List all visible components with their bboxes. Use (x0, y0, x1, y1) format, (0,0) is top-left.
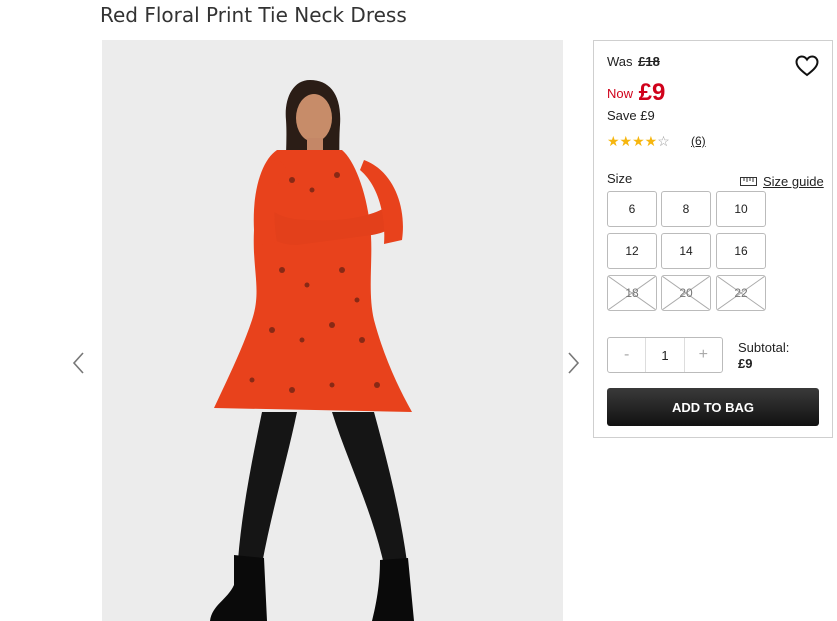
subtotal-label: Subtotal: (738, 340, 790, 355)
size-option-14[interactable]: 14 (661, 233, 711, 269)
was-price: £18 (638, 54, 660, 69)
review-count-link[interactable]: (6) (691, 134, 706, 148)
was-label: Was (607, 54, 633, 69)
size-option-20-unavailable: 20 (661, 275, 711, 311)
rating-stars-filled: ★★★★ (607, 133, 658, 149)
was-price-row: Was £18 (607, 54, 660, 69)
save-row: Save £9 (607, 108, 655, 123)
heart-icon[interactable] (795, 55, 819, 77)
save-label: Save (607, 108, 637, 123)
ruler-icon (740, 177, 757, 186)
size-label: Size (607, 171, 633, 186)
add-to-bag-button[interactable]: ADD TO BAG (607, 388, 819, 426)
product-title: Red Floral Print Tie Neck Dress (100, 3, 407, 27)
rating-stars: ★★★★☆ (607, 133, 670, 150)
purchase-panel: Was £18 Now £9 Save £9 ★★★★☆ (6) Size Si… (593, 40, 833, 438)
size-option-16[interactable]: 16 (716, 233, 766, 269)
size-option-6[interactable]: 6 (607, 191, 657, 227)
size-guide-link[interactable]: Size guide (740, 174, 824, 189)
product-image (102, 40, 563, 621)
quantity-decrease-button[interactable]: - (608, 338, 645, 372)
now-label: Now (607, 86, 634, 101)
size-option-22-unavailable: 22 (716, 275, 766, 311)
size-option-18-unavailable: 18 (607, 275, 657, 311)
chevron-right-icon[interactable] (564, 350, 582, 376)
now-price-row: Now £9 (607, 77, 666, 106)
save-amount: £9 (640, 108, 655, 123)
size-option-8[interactable]: 8 (661, 191, 711, 227)
quantity-input[interactable]: 1 (645, 338, 685, 372)
quantity-stepper: - 1 + (607, 337, 723, 373)
subtotal-amount: £9 (738, 356, 753, 371)
quantity-increase-button[interactable]: + (685, 338, 722, 372)
subtotal: Subtotal: £9 (738, 340, 789, 372)
now-price: £9 (638, 79, 666, 106)
rating-stars-empty: ☆ (657, 133, 670, 149)
chevron-left-icon[interactable] (70, 350, 88, 376)
size-guide-label: Size guide (763, 174, 824, 189)
size-option-10[interactable]: 10 (716, 191, 766, 227)
size-option-12[interactable]: 12 (607, 233, 657, 269)
